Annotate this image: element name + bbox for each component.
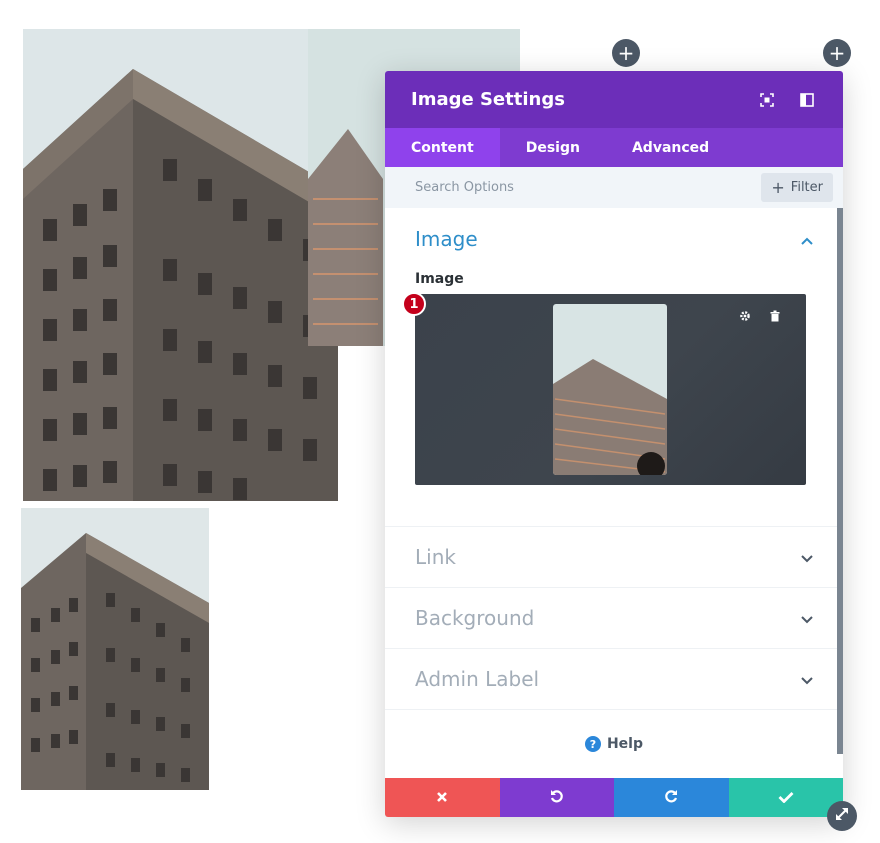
save-button[interactable]: [728, 778, 843, 817]
section-background-title: Background: [415, 606, 535, 630]
help-link[interactable]: ? Help: [584, 736, 644, 752]
modal-title: Image Settings: [411, 89, 565, 110]
trash-icon[interactable]: [768, 309, 782, 323]
chevron-down-icon: [801, 548, 813, 567]
tab-bar: Content Design Advanced: [385, 128, 843, 167]
scrollbar[interactable]: [837, 208, 843, 754]
tab-advanced[interactable]: Advanced: [606, 128, 735, 167]
building-photo-small: [21, 508, 209, 790]
undo-button[interactable]: [499, 778, 614, 817]
search-bar: + Filter: [385, 167, 843, 208]
image-field-label: Image: [415, 271, 464, 287]
close-icon: [436, 788, 448, 807]
section-admin-label-title: Admin Label: [415, 667, 540, 691]
chevron-down-icon: [801, 609, 813, 628]
tab-content[interactable]: Content: [385, 128, 500, 167]
sidebar-toggle-icon[interactable]: [797, 90, 817, 110]
check-icon: [778, 788, 794, 807]
tab-design[interactable]: Design: [500, 128, 606, 167]
builder-canvas: + + Image Settings Content Design Advanc…: [0, 0, 880, 843]
add-module-button[interactable]: +: [612, 39, 640, 67]
modal-body: Image Image Link Background Admin Label …: [385, 208, 843, 778]
plus-icon: +: [828, 41, 846, 65]
section-image-header[interactable]: Image: [415, 227, 813, 251]
plus-icon: +: [617, 41, 635, 65]
section-image: Image Image: [385, 208, 843, 527]
image-upload-area[interactable]: [415, 294, 806, 485]
help-row: ? Help: [385, 710, 843, 778]
search-options-input[interactable]: [415, 180, 762, 195]
section-admin-label[interactable]: Admin Label: [385, 649, 843, 710]
section-image-title: Image: [415, 227, 478, 251]
plus-icon: +: [771, 178, 785, 197]
filter-button[interactable]: + Filter: [761, 173, 833, 202]
modal-footer: [385, 778, 843, 817]
image-settings-modal: Image Settings Content Design Advanced +…: [385, 71, 843, 817]
help-label: Help: [606, 736, 644, 752]
filter-label: Filter: [790, 180, 823, 195]
building-photo-large: [23, 29, 338, 501]
redo-icon: [663, 788, 679, 808]
add-row-button[interactable]: +: [823, 39, 851, 67]
resize-handle[interactable]: [827, 801, 857, 831]
resize-arrows-icon: [834, 806, 850, 826]
image-thumbnail: [553, 304, 667, 475]
section-link[interactable]: Link: [385, 527, 843, 588]
chevron-down-icon: [801, 670, 813, 689]
undo-icon: [549, 788, 565, 808]
step-badge: 1: [402, 292, 426, 316]
section-background[interactable]: Background: [385, 588, 843, 649]
question-icon: ?: [584, 736, 601, 752]
modal-header: Image Settings: [385, 71, 843, 128]
discard-button[interactable]: [385, 778, 500, 817]
redo-button[interactable]: [614, 778, 729, 817]
section-link-title: Link: [415, 545, 456, 569]
chevron-up-icon: [801, 230, 813, 249]
focus-icon[interactable]: [757, 90, 777, 110]
gear-icon[interactable]: [738, 309, 752, 323]
